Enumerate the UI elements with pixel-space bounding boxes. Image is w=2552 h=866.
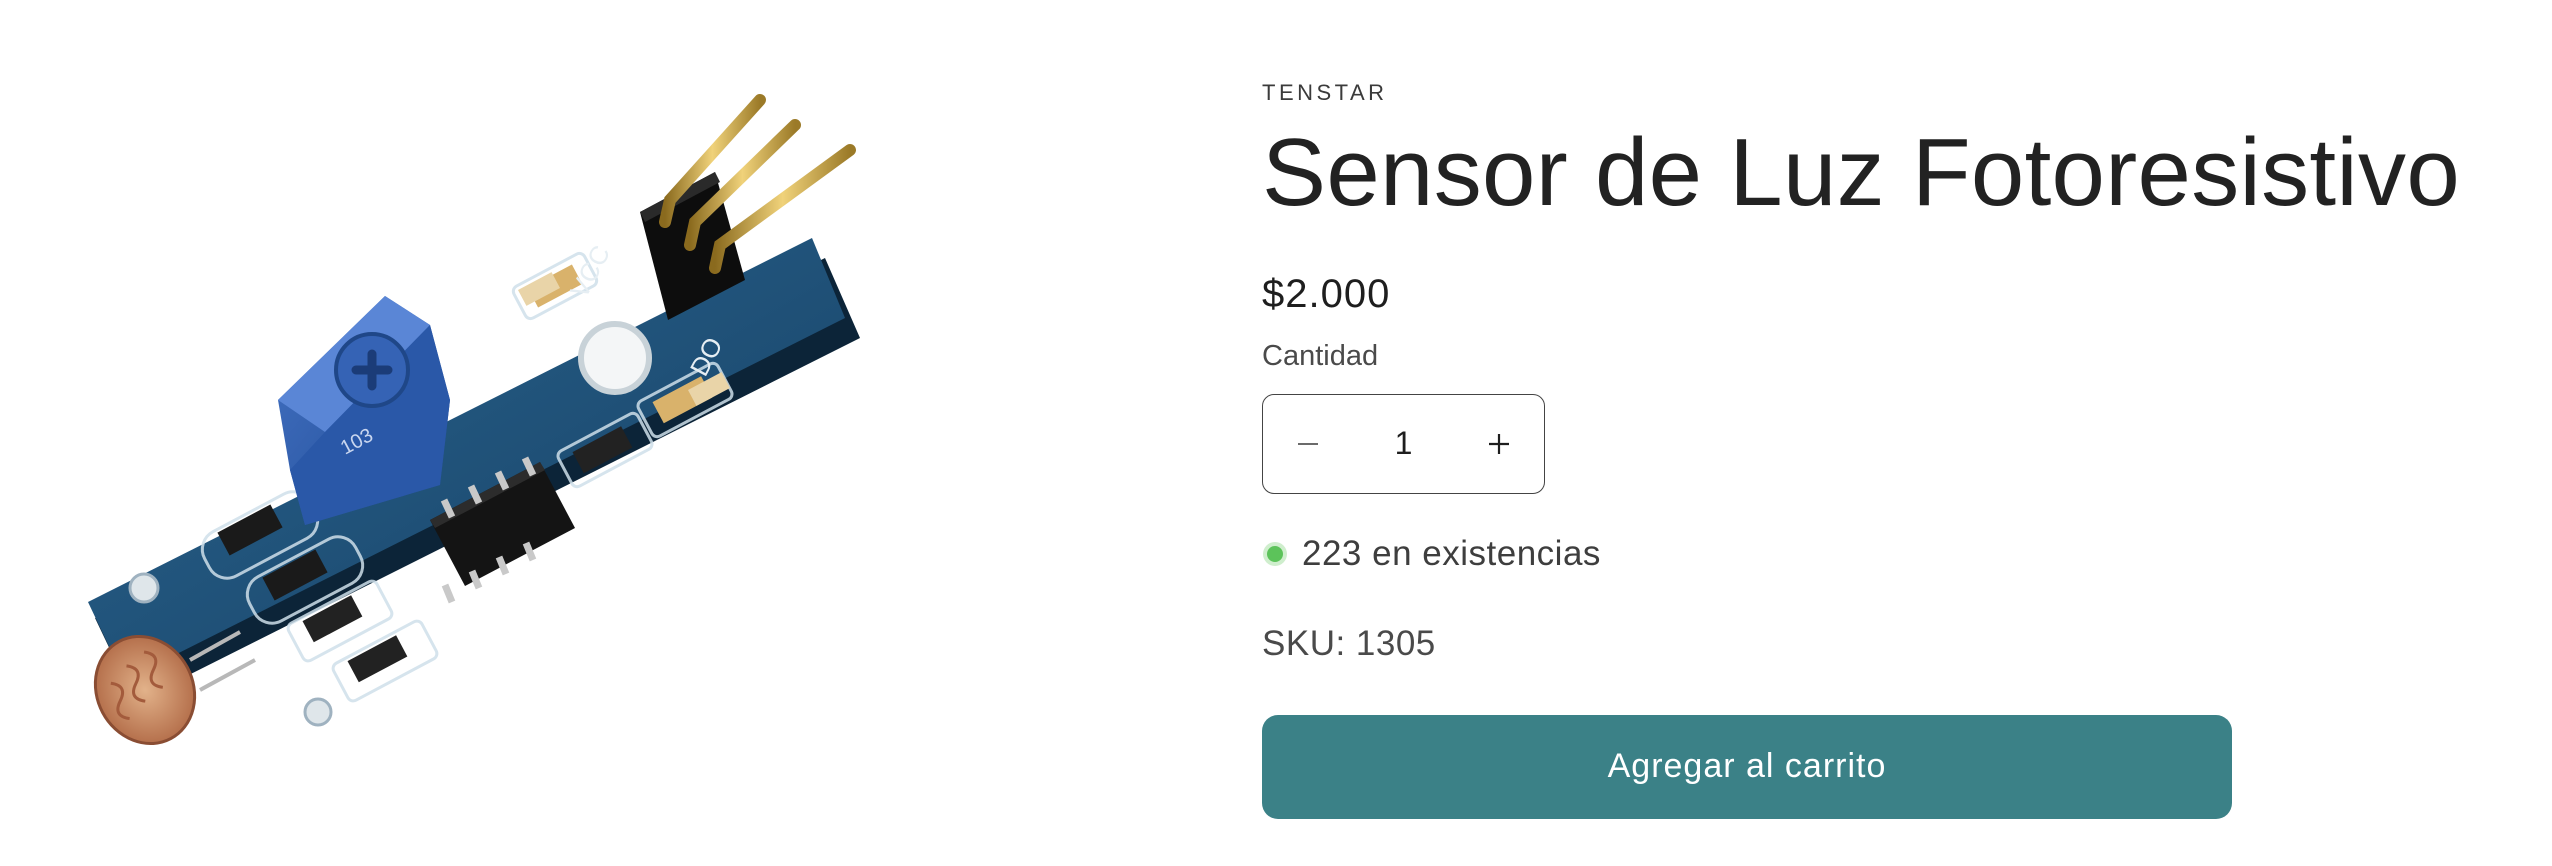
quantity-stepper <box>1262 393 1545 494</box>
mounting-hole <box>303 697 333 727</box>
stock-status: 223 en existencias <box>1262 534 2542 574</box>
product-price: $2.000 <box>1262 271 1391 316</box>
decrease-quantity-button[interactable] <box>1263 395 1353 493</box>
minus-icon <box>1298 442 1318 445</box>
in-stock-dot-icon <box>1263 541 1287 566</box>
product-image[interactable]: 103 VCC DO <box>0 0 1180 866</box>
quantity-label: Cantidad <box>1262 339 1379 372</box>
add-to-cart-button[interactable]: Agregar al carrito <box>1262 714 2232 819</box>
pcb-board <box>88 238 845 680</box>
product-info: TENSTAR Sensor de Luz Fotoresistivo $2.0… <box>1262 82 2542 819</box>
center-hole <box>578 321 652 395</box>
product-title: Sensor de Luz Fotoresistivo <box>1262 119 2461 226</box>
quantity-input[interactable] <box>1361 424 1446 464</box>
sensor-module-illustration: 103 VCC DO <box>88 94 860 746</box>
increase-quantity-button[interactable] <box>1454 395 1544 493</box>
stock-text: 223 en existencias <box>1302 533 1601 573</box>
plus-icon <box>1489 433 1509 454</box>
product-vendor: TENSTAR <box>1262 80 1388 105</box>
product-sku: SKU: 1305 <box>1262 623 1436 663</box>
mounting-hole <box>128 572 160 604</box>
